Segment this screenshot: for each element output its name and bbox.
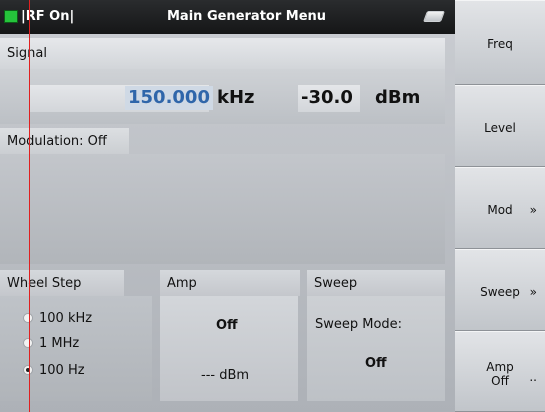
modulation-panel <box>0 154 445 264</box>
wheel-step-header: Wheel Step <box>0 270 124 296</box>
wheel-step-header-label: Wheel Step <box>7 275 82 291</box>
wheel-step-option-label: 100 Hz <box>39 362 85 378</box>
wheel-step-option-label: 1 MHz <box>39 335 80 351</box>
sweep-header: Sweep <box>307 270 445 296</box>
cursor-line <box>29 0 30 412</box>
wheel-step-option[interactable]: 1 MHz <box>0 332 79 354</box>
modulation-header: Modulation: Off <box>0 128 129 154</box>
wheel-step-option[interactable]: 100 Hz <box>0 359 85 381</box>
amp-panel <box>160 296 298 401</box>
signal-header: Signal <box>0 38 445 69</box>
softkey-freq[interactable]: Freq <box>455 0 545 85</box>
softkey-sweep[interactable]: Sweep » <box>455 249 545 331</box>
sweep-panel <box>307 296 445 401</box>
amp-level-value: --- dBm <box>201 368 250 383</box>
rf-status-led-icon <box>4 10 18 23</box>
radio-button-icon[interactable] <box>23 313 33 323</box>
softkey-freq-label: Freq <box>487 37 513 51</box>
amp-header: Amp <box>160 270 300 296</box>
amp-header-label: Amp <box>167 275 197 291</box>
softkey-level-label: Level <box>484 121 516 135</box>
submenu-arrow-icon: » <box>529 285 537 299</box>
amp-state-value: Off <box>216 318 238 333</box>
signal-header-label: Signal <box>7 46 47 61</box>
softkey-level[interactable]: Level <box>455 85 545 167</box>
submenu-arrow-icon: » <box>529 203 537 217</box>
frequency-unit: kHz <box>217 87 255 108</box>
softkey-mod[interactable]: Mod » <box>455 167 545 249</box>
sweep-header-label: Sweep <box>314 275 358 291</box>
frequency-value[interactable]: 150.000 <box>125 86 213 110</box>
sweep-mode-value: Off <box>365 356 387 371</box>
menu-title: Main Generator Menu <box>167 9 327 24</box>
level-unit: dBm <box>375 87 421 108</box>
radio-button-selected-icon[interactable] <box>23 365 33 375</box>
sweep-mode-label: Sweep Mode: <box>315 317 403 332</box>
softkey-amp[interactable]: Amp Off .. <box>455 331 545 412</box>
more-options-icon: .. <box>529 370 537 384</box>
modulation-header-label: Modulation: Off <box>7 133 107 149</box>
level-value[interactable]: -30.0 <box>301 86 353 110</box>
wheel-step-option-label: 100 kHz <box>39 310 93 326</box>
wheel-step-option[interactable]: 100 kHz <box>0 307 92 329</box>
radio-button-icon[interactable] <box>23 338 33 348</box>
